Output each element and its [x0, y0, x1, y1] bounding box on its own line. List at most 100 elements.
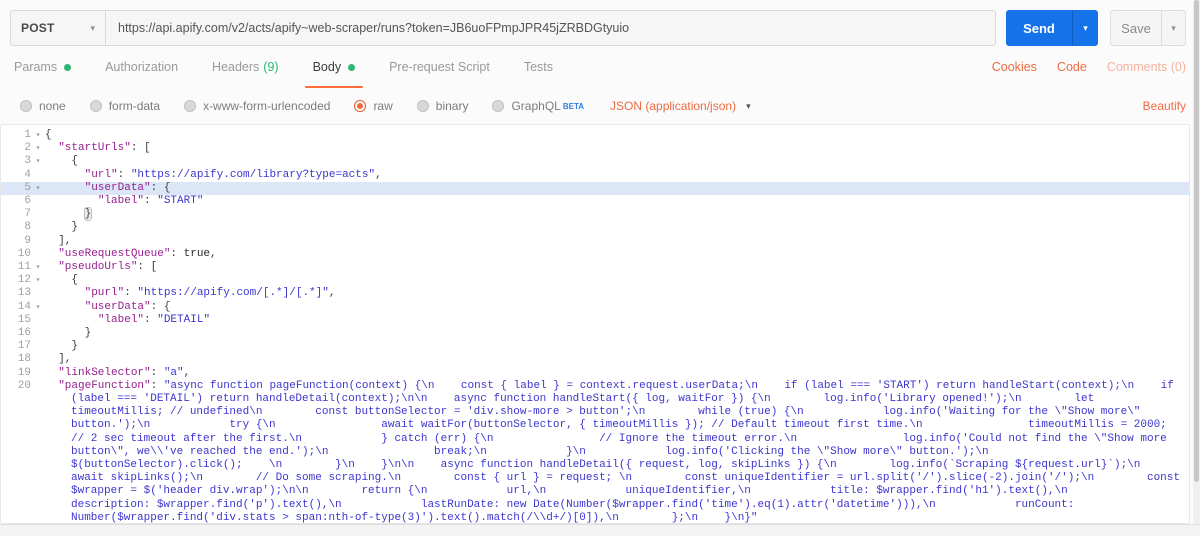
tab-pre-request-script[interactable]: Pre-request Script: [387, 46, 492, 88]
fold-caret-icon[interactable]: ▾: [31, 155, 45, 168]
token-b: true: [183, 247, 211, 260]
code-line[interactable]: 15 "label": "DETAIL": [1, 314, 1189, 327]
line-number: 10: [17, 247, 31, 260]
line-number: 11: [17, 261, 31, 274]
tab-headers[interactable]: Headers (9): [210, 46, 281, 88]
request-bar: POST ▾ https://api.apify.com/v2/acts/api…: [0, 0, 1200, 46]
code-content: }: [45, 327, 1189, 340]
code-line[interactable]: 1 ▾{: [1, 129, 1189, 142]
token-p: [45, 195, 98, 207]
tab-tests[interactable]: Tests: [522, 46, 555, 88]
green-dot-icon: [348, 63, 356, 71]
token-k: "url": [84, 168, 118, 181]
content-type-select[interactable]: JSON (application/json) ▾: [610, 99, 751, 113]
link-comments-0-[interactable]: Comments (0): [1107, 60, 1186, 74]
token-p: [45, 287, 85, 299]
code-line[interactable]: 18 ],: [1, 353, 1189, 366]
save-button[interactable]: Save: [1110, 10, 1162, 46]
fold-caret-icon[interactable]: ▾: [31, 182, 45, 195]
token-s: "START": [157, 195, 204, 208]
code-content: "userData": {: [45, 301, 1189, 314]
tab-body[interactable]: Body: [304, 46, 364, 88]
send-options-caret[interactable]: ▾: [1072, 10, 1098, 46]
code-content: }: [45, 207, 1189, 222]
code-line[interactable]: 5 ▾ "userData": {: [1, 181, 1189, 196]
line-number: 9: [24, 234, 31, 247]
code-content: "url": "https://apify.com/library?type=a…: [45, 169, 1189, 182]
link-code[interactable]: Code: [1057, 60, 1087, 74]
code-line[interactable]: 8 }: [1, 221, 1189, 234]
code-line[interactable]: 17 }: [1, 340, 1189, 353]
fold-caret-icon[interactable]: ▾: [31, 142, 45, 155]
token-p: :: [124, 287, 138, 300]
radio-icon: [416, 100, 429, 112]
code-line[interactable]: 4 "url": "https://apify.com/library?type…: [1, 169, 1189, 182]
token-p: {: [45, 274, 79, 287]
tab-params[interactable]: Params: [12, 46, 73, 88]
tab-label: Pre-request Script: [389, 60, 490, 74]
code-line[interactable]: 11 ▾ "pseudoUrls": [: [1, 261, 1189, 274]
code-line[interactable]: 20 "pageFunction": "async function pageF…: [1, 379, 1190, 524]
token-p: [45, 248, 58, 260]
url-input[interactable]: https://api.apify.com/v2/acts/apify~web-…: [106, 10, 996, 46]
raw-body-code-editor[interactable]: 1 ▾{2 ▾ "startUrls": [3 ▾ {4 "url": "https:…: [0, 124, 1190, 524]
code-line[interactable]: 12 ▾ {: [1, 274, 1189, 287]
token-k: "purl": [84, 287, 125, 300]
code-line[interactable]: 16 }: [1, 327, 1189, 340]
code-line[interactable]: 13 "purl": "https://apify.com/[.*]/[.*]"…: [1, 287, 1189, 300]
http-method-select[interactable]: POST ▾: [10, 10, 106, 46]
body-type-option-graphql[interactable]: GraphQL BETA: [492, 99, 584, 113]
line-number: 8: [24, 221, 31, 234]
fold-caret-icon[interactable]: ▾: [31, 274, 45, 287]
scrollbar-thumb[interactable]: [1194, 0, 1199, 483]
fold-caret-icon[interactable]: ▾: [31, 301, 45, 314]
footer-strip: [0, 524, 1200, 536]
tab-label: Body: [312, 60, 342, 74]
beautify-link[interactable]: Beautify: [1143, 99, 1186, 113]
token-p: }: [45, 340, 79, 353]
token-p: : [: [137, 261, 158, 274]
code-line[interactable]: 9 ],: [1, 235, 1189, 248]
code-content: }: [45, 340, 1189, 353]
code-line[interactable]: 19 "linkSelector": "a",: [1, 367, 1189, 380]
code-line[interactable]: 14 ▾ "userData": {: [1, 301, 1189, 314]
radio-label: raw: [373, 99, 393, 113]
code-content: "purl": "https://apify.com/[.*]/[.*]",: [45, 287, 1189, 300]
token-p: [45, 169, 85, 181]
token-p: :: [144, 195, 158, 208]
body-type-option-none[interactable]: none: [20, 99, 66, 113]
code-line[interactable]: 7 }: [1, 207, 1189, 222]
radio-label: x-www-form-urlencoded: [203, 99, 331, 113]
code-content: "pageFunction": "async function pageFunc…: [45, 379, 1190, 524]
code-line[interactable]: 2 ▾ "startUrls": [: [1, 142, 1189, 155]
code-content: {: [45, 129, 1189, 142]
request-tabs-row: Params Authorization Headers (9) Body Pre-req…: [0, 46, 1200, 88]
scrollbar[interactable]: [1193, 0, 1200, 524]
save-options-caret[interactable]: ▾: [1162, 10, 1186, 46]
code-content: ],: [45, 235, 1189, 248]
code-line[interactable]: 3 ▾ {: [1, 155, 1189, 168]
body-type-option-x-www-form-urlencoded[interactable]: x-www-form-urlencoded: [184, 99, 330, 113]
tab-authorization[interactable]: Authorization: [103, 46, 180, 88]
tab-label: Headers: [212, 60, 260, 74]
fold-caret-icon[interactable]: ▾: [31, 129, 45, 142]
body-type-option-raw[interactable]: raw: [354, 99, 393, 113]
send-button[interactable]: Send: [1006, 10, 1072, 46]
fold-caret-icon[interactable]: ▾: [31, 261, 45, 274]
code-line[interactable]: 10 "useRequestQueue": true,: [1, 248, 1189, 261]
token-s: "async function pageFunction(context) {\…: [71, 379, 1190, 524]
body-type-option-binary[interactable]: binary: [416, 99, 468, 113]
link-cookies[interactable]: Cookies: [992, 60, 1037, 74]
line-number: 15: [17, 313, 31, 326]
token-k: "userData": [84, 300, 151, 313]
line-number: 13: [17, 287, 31, 300]
code-line[interactable]: 6 "label": "START": [1, 195, 1189, 208]
body-type-option-form-data[interactable]: form-data: [89, 99, 160, 113]
token-p: [45, 182, 85, 194]
